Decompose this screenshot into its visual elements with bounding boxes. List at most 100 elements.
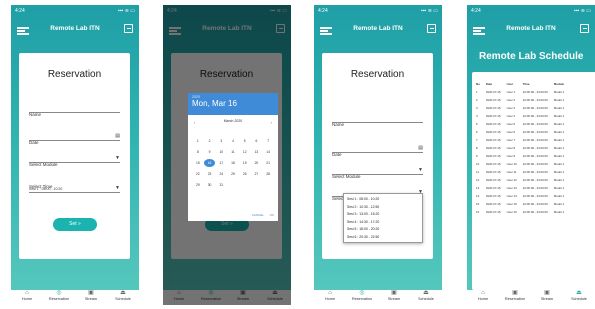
name-field[interactable]: Name — [29, 103, 120, 117]
tab-home[interactable]: ⌂Home — [314, 290, 346, 305]
screen-date-picker: 4:24▪▪▪ ≋ ▭ Remote Lab ITN Reservation S… — [163, 5, 291, 305]
tab-stream[interactable]: ▣Stream — [531, 290, 563, 305]
module-select[interactable]: Select Module ▼ — [29, 153, 120, 167]
table-cell: 6 — [476, 130, 478, 134]
calendar-day[interactable]: 3 — [215, 137, 227, 145]
calendar-day[interactable]: 21 — [262, 159, 274, 167]
tab-reservation[interactable]: ◎Reservation — [43, 290, 75, 305]
calendar-day[interactable]: 16 — [203, 159, 216, 167]
reservation-icon: ◎ — [359, 290, 365, 296]
table-cell: 12 — [476, 178, 480, 182]
table-cell: 22:00:00 - 23:00:00 — [522, 146, 548, 150]
calendar-day[interactable]: 20 — [251, 159, 263, 167]
tab-reservation[interactable]: ◎Reservation — [346, 290, 378, 305]
calendar-day[interactable]: 28 — [262, 170, 274, 178]
column-header: Module — [553, 82, 564, 86]
calendar-day[interactable]: 5 — [239, 137, 251, 145]
calendar-day[interactable]: 1 — [192, 137, 204, 145]
table-cell: Modul 1 — [553, 106, 565, 110]
calendar-day[interactable]: 18 — [227, 159, 239, 167]
calendar-day[interactable]: 23 — [204, 170, 216, 178]
table-cell: 22:00:00 - 23:00:00 — [522, 114, 548, 118]
time-option[interactable]: Sesi 1 : 08:00 - 10:20 — [347, 196, 419, 204]
calendar-day[interactable]: 29 — [192, 181, 204, 189]
name-field[interactable]: Name — [332, 113, 423, 127]
calendar-grid: 1 2 3 4 5 6 7 8 9 10 11 12 13 14 15 16 17 18 19 20 21 22 23 24 2… — [192, 126, 274, 189]
dropdown-arrow-icon[interactable]: ▼ — [115, 155, 120, 161]
table-cell: User 10 — [506, 162, 517, 166]
calendar-day[interactable]: 25 — [227, 170, 239, 178]
calendar-day[interactable]: 8 — [192, 148, 204, 156]
cancel-button[interactable]: CANCEL — [252, 213, 264, 217]
table-cell: Modul 1 — [553, 178, 565, 182]
tab-schedule[interactable]: ⏏Schedule — [410, 290, 442, 305]
logout-icon[interactable] — [124, 24, 133, 33]
set-button[interactable]: Set » — [53, 218, 97, 231]
calendar-day[interactable]: 2 — [204, 137, 216, 145]
tab-schedule[interactable]: ⏏Schedule — [107, 290, 139, 305]
calendar-day[interactable]: 9 — [204, 148, 216, 156]
calendar-day[interactable]: 12 — [239, 148, 251, 156]
table-cell: 22:00:00 - 23:00:00 — [522, 154, 548, 158]
calendar-day[interactable]: 22 — [192, 170, 204, 178]
calendar-day[interactable]: 26 — [239, 170, 251, 178]
calendar-icon[interactable]: ▤ — [418, 145, 423, 151]
reservation-card: Reservation Name Date ▤ Select Module ▼ Se… — [19, 53, 130, 259]
time-option[interactable]: Sesi 6 : 20:30 - 22:50 — [347, 234, 419, 242]
logout-icon[interactable] — [427, 24, 436, 33]
time-select[interactable]: Select Time Sesi 1 : 08:00 - 10:20 ▼ — [29, 175, 120, 193]
ok-button[interactable]: OK — [270, 213, 274, 217]
tab-home[interactable]: ⌂Home — [11, 290, 43, 305]
table-row: 12 2020-07-15 User 12 22:00:00 - 23:00:00 Mo… — [473, 176, 567, 184]
tab-reservation[interactable]: ▣ Reservation — [499, 290, 531, 305]
prev-month-icon[interactable]: ‹ — [194, 120, 195, 125]
calendar-day[interactable]: 17 — [215, 159, 227, 167]
table-cell: 22:00:00 - 23:00:00 — [522, 90, 548, 94]
date-field[interactable]: Date ▤ — [332, 143, 423, 157]
table-row: 13 2020-07-15 User 13 22:00:00 - 23:00:00 Mo… — [473, 184, 567, 192]
calendar-day[interactable]: 31 — [215, 181, 227, 189]
dropdown-arrow-icon[interactable]: ▼ — [115, 185, 120, 191]
table-cell: Modul 1 — [553, 154, 565, 158]
table-cell: 7 — [476, 138, 478, 142]
calendar-day[interactable]: 15 — [192, 159, 204, 167]
calendar-day[interactable]: 6 — [251, 137, 263, 145]
time-option[interactable]: Sesi 4 : 14:30 - 17:20 — [347, 219, 419, 227]
calendar-day[interactable]: 10 — [215, 148, 227, 156]
calendar-day[interactable]: 4 — [227, 137, 239, 145]
time-option[interactable]: Sesi 5 : 18:00 - 20:20 — [347, 226, 419, 234]
table-cell: 2020-07-15 — [485, 154, 501, 158]
calendar-icon[interactable]: ▤ — [115, 133, 120, 139]
logout-icon[interactable] — [580, 24, 589, 33]
time-option[interactable]: Sesi 3 : 13:00 - 15:20 — [347, 211, 419, 219]
table-cell: Modul 1 — [553, 122, 565, 126]
tab-home[interactable]: ⌂Home — [467, 290, 499, 305]
calendar-day[interactable]: 13 — [251, 148, 263, 156]
date-field[interactable]: Date ▤ — [29, 131, 120, 145]
picker-year[interactable]: 2020 — [192, 95, 274, 99]
tab-stream[interactable]: ▣Stream — [378, 290, 410, 305]
calendar-day[interactable]: 19 — [239, 159, 251, 167]
table-row: 8 2020-07-15 User 8 22:00:00 - 23:00:00 Modu… — [473, 144, 567, 152]
module-select[interactable]: Select Module ▼ — [332, 165, 423, 179]
dropdown-arrow-icon[interactable]: ▼ — [418, 167, 423, 173]
time-option[interactable]: Sesi 2 : 10:30 - 12:50 — [347, 204, 419, 212]
table-cell: User 15 — [506, 202, 517, 206]
calendar-day[interactable]: 27 — [251, 170, 263, 178]
stream-icon: ▣ — [391, 290, 397, 296]
next-month-icon[interactable]: › — [271, 120, 272, 125]
table-cell: 22:00:00 - 23:00:00 — [522, 98, 548, 102]
calendar-day[interactable]: 7 — [262, 137, 274, 145]
calendar-blank — [192, 126, 204, 134]
calendar-day[interactable]: 11 — [227, 148, 239, 156]
table-cell: User 16 — [506, 210, 517, 214]
table-cell: Modul 1 — [553, 114, 565, 118]
tab-schedule[interactable]: ⏏Schedule — [563, 290, 595, 305]
table-cell: User 9 — [506, 154, 516, 158]
schedule-icon: ⏏ — [576, 290, 582, 296]
calendar-day[interactable]: 30 — [204, 181, 216, 189]
calendar-day[interactable]: 24 — [215, 170, 227, 178]
home-icon: ⌂ — [328, 290, 332, 296]
tab-stream[interactable]: ▣Stream — [75, 290, 107, 305]
calendar-day[interactable]: 14 — [262, 148, 274, 156]
